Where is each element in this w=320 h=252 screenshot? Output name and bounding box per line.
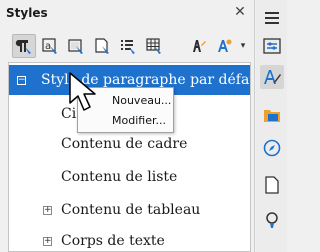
collapse-icon[interactable]: −	[17, 75, 26, 85]
fill-format-mode-button[interactable]	[186, 34, 210, 58]
gallery-icon	[264, 110, 280, 122]
sidebar	[256, 0, 287, 252]
chevron-down-icon[interactable]: ▾	[238, 41, 248, 51]
frame-styles-button[interactable]	[64, 34, 88, 58]
page-icon	[265, 176, 279, 194]
style-inspector-icon	[266, 212, 278, 228]
table-styles-button[interactable]	[142, 34, 166, 58]
list-item-label: Contenu de liste	[61, 169, 178, 185]
sidebar-properties-button[interactable]	[260, 34, 284, 58]
character-styles-icon: a	[42, 38, 57, 54]
sidebar-style-inspector-button[interactable]	[260, 208, 284, 232]
fill-format-mode-icon	[193, 40, 206, 52]
sidebar-page-button[interactable]	[260, 173, 284, 197]
list-item[interactable]: + Contenu de tableau	[9, 195, 250, 225]
expand-icon[interactable]: +	[43, 205, 52, 215]
paragraph-styles-icon	[15, 40, 31, 54]
new-style-from-selection-icon	[218, 39, 232, 52]
table-styles-icon	[146, 38, 161, 54]
frame-styles-icon	[68, 39, 83, 54]
list-item-label: Corps de texte	[61, 233, 165, 249]
paragraph-styles-button[interactable]	[12, 34, 36, 58]
list-styles-icon	[121, 40, 135, 54]
svg-text:a: a	[45, 41, 51, 52]
sidebar-styles-button[interactable]	[260, 65, 284, 89]
sidebar-menu-button[interactable]	[260, 6, 284, 30]
list-item[interactable]: Contenu de liste	[9, 162, 250, 192]
list-item[interactable]: Contenu de cadre	[9, 129, 250, 159]
menu-item-modify[interactable]: Modifier...	[112, 112, 166, 130]
mouse-pointer-icon	[69, 72, 96, 111]
menu-item-new[interactable]: Nouveau...	[112, 92, 171, 110]
expand-icon[interactable]: +	[43, 236, 52, 246]
styles-icon	[264, 70, 281, 84]
new-style-from-selection-button[interactable]	[212, 34, 236, 58]
page-styles-button[interactable]	[90, 34, 114, 58]
navigator-icon	[263, 139, 281, 157]
menu-icon	[265, 12, 279, 24]
list-item-label: Contenu de tableau	[61, 202, 201, 218]
styles-toolbar: a ▾	[0, 30, 255, 62]
sidebar-navigator-button[interactable]	[260, 136, 284, 160]
sidebar-gallery-button[interactable]	[260, 103, 284, 127]
styles-titlebar: Styles ✕	[0, 0, 255, 26]
close-icon[interactable]: ✕	[233, 4, 247, 20]
list-item[interactable]: + Corps de texte	[9, 226, 250, 251]
panel-title: Styles	[6, 6, 48, 20]
page-styles-icon	[95, 38, 109, 54]
character-styles-button[interactable]: a	[38, 34, 62, 58]
properties-icon	[263, 38, 281, 54]
list-item-label: Contenu de cadre	[61, 136, 188, 152]
list-styles-button[interactable]	[116, 34, 140, 58]
